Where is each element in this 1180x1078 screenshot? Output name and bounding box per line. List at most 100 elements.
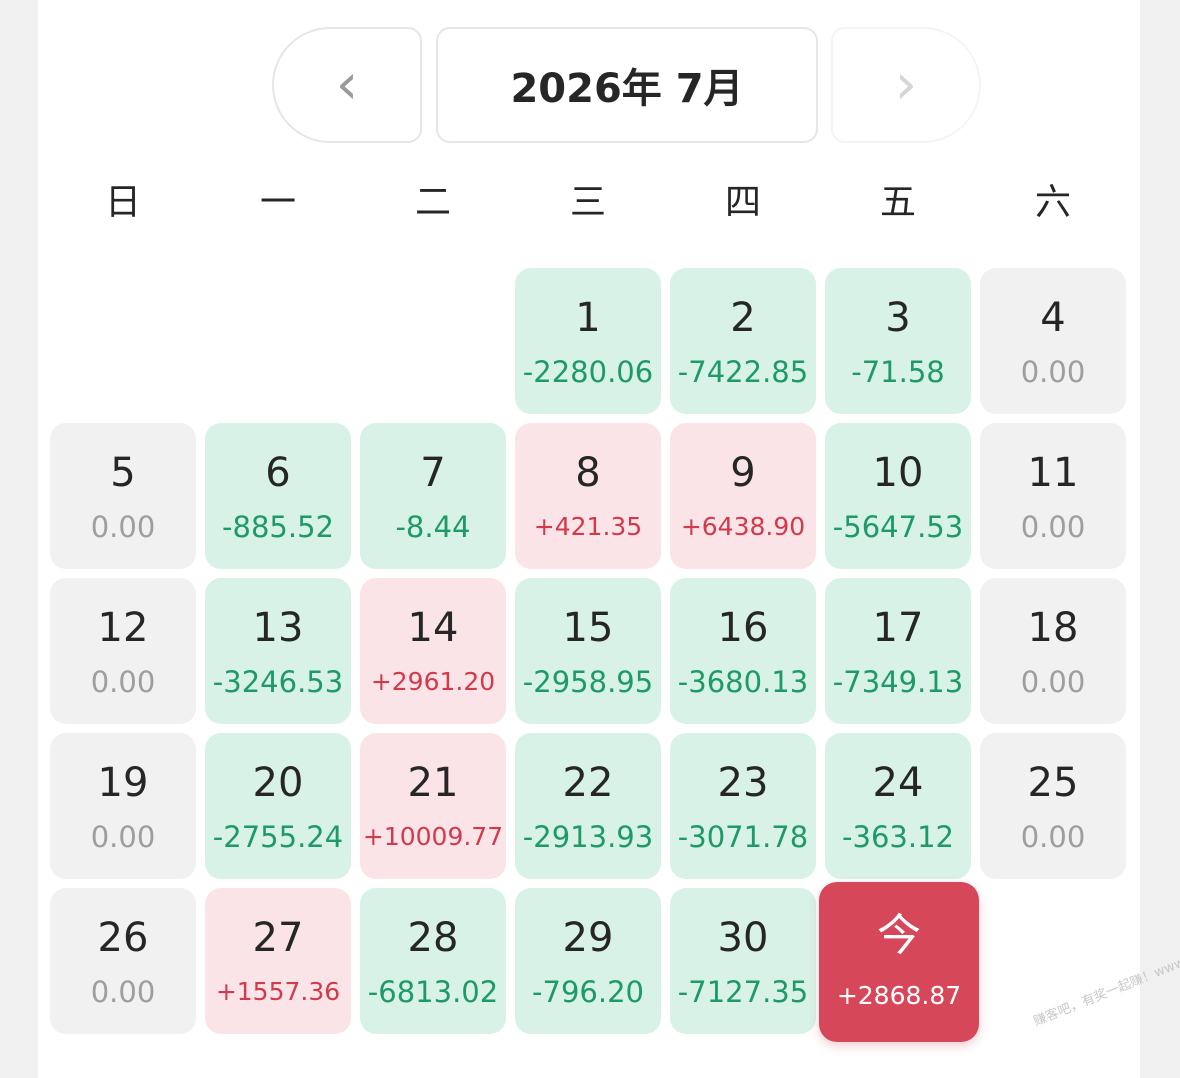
day-cell[interactable]: 2 -7422.85 (670, 268, 816, 414)
day-pnl-value: -3071.78 (677, 820, 809, 854)
weekday-label: 四 (724, 182, 761, 223)
day-cell[interactable]: 5 0.00 (50, 423, 196, 569)
day-pnl-value: 0.00 (1020, 665, 1086, 699)
day-number: 8 (575, 450, 601, 496)
day-number: 21 (407, 760, 459, 806)
day-pnl-value: -71.58 (851, 355, 945, 389)
day-number: 14 (407, 605, 459, 651)
day-cell[interactable]: 22 -2913.93 (515, 733, 661, 879)
day-cell[interactable]: 21 +10009.77 (360, 733, 506, 879)
day-cell[interactable]: 13 -3246.53 (205, 578, 351, 724)
weekday-label: 五 (879, 182, 916, 223)
weekday-label: 一 (259, 182, 296, 223)
next-month-button[interactable]: › (831, 27, 981, 143)
day-cell[interactable]: 8 +421.35 (515, 423, 661, 569)
prev-month-button[interactable]: ‹ (272, 27, 422, 143)
day-number: 13 (252, 605, 304, 651)
day-pnl-value: +2868.87 (836, 981, 962, 1010)
day-number: 15 (562, 605, 614, 651)
day-cell[interactable]: 14 +2961.20 (360, 578, 506, 724)
day-number: 26 (97, 915, 149, 961)
day-pnl-value: -7127.35 (677, 975, 809, 1009)
weekday-label: 日 (104, 182, 141, 223)
day-cell[interactable]: 27 +1557.36 (205, 888, 351, 1034)
day-pnl-value: -2958.95 (522, 665, 654, 699)
day-cell[interactable]: 17 -7349.13 (825, 578, 971, 724)
day-pnl-value: -2755.24 (212, 820, 344, 854)
day-number: 3 (885, 295, 911, 341)
weekday-label: 六 (1034, 182, 1071, 223)
day-pnl-value: 0.00 (1020, 820, 1086, 854)
day-number: 12 (97, 605, 149, 651)
day-number: 4 (1040, 295, 1066, 341)
day-number: 23 (717, 760, 769, 806)
day-pnl-value: 0.00 (90, 510, 156, 544)
day-pnl-value: -5647.53 (832, 510, 964, 544)
day-cell[interactable]: 10 -5647.53 (825, 423, 971, 569)
day-cell[interactable]: 7 -8.44 (360, 423, 506, 569)
day-number: 27 (252, 915, 304, 961)
day-cell[interactable]: 11 0.00 (980, 423, 1126, 569)
day-cell[interactable]: 15 -2958.95 (515, 578, 661, 724)
day-number: 1 (575, 295, 601, 341)
day-cell[interactable]: 9 +6438.90 (670, 423, 816, 569)
day-pnl-value: -6813.02 (367, 975, 499, 1009)
day-number: 17 (872, 605, 924, 651)
day-cell[interactable]: 23 -3071.78 (670, 733, 816, 879)
day-pnl-value: -7349.13 (832, 665, 964, 699)
day-cell[interactable]: 25 0.00 (980, 733, 1126, 879)
day-number: 11 (1027, 450, 1079, 496)
day-pnl-value: -2280.06 (522, 355, 654, 389)
day-pnl-value: -3680.13 (677, 665, 809, 699)
day-pnl-value: -363.12 (842, 820, 954, 854)
day-number: 7 (420, 450, 446, 496)
day-pnl-value: +6438.90 (680, 512, 806, 541)
day-number: 6 (265, 450, 291, 496)
day-cell[interactable]: 28 -6813.02 (360, 888, 506, 1034)
day-number: 10 (872, 450, 924, 496)
day-number: 30 (717, 915, 769, 961)
day-cell[interactable]: 29 -796.20 (515, 888, 661, 1034)
day-cell[interactable]: 12 0.00 (50, 578, 196, 724)
day-cell[interactable]: 19 0.00 (50, 733, 196, 879)
day-cell[interactable]: 4 0.00 (980, 268, 1126, 414)
day-cell[interactable]: 20 -2755.24 (205, 733, 351, 879)
day-cell[interactable]: 24 -363.12 (825, 733, 971, 879)
day-pnl-value: 0.00 (90, 975, 156, 1009)
day-pnl-value: -796.20 (532, 975, 644, 1009)
day-cell[interactable]: 18 0.00 (980, 578, 1126, 724)
day-cell[interactable]: 1 -2280.06 (515, 268, 661, 414)
day-cell[interactable]: 3 -71.58 (825, 268, 971, 414)
calendar-panel: ‹ 2026年 7月 › 日 一 二 三 四 五 六 1 -2280.06 2 -7422.85 3… (38, 0, 1140, 1078)
day-cell[interactable]: 30 -7127.35 (670, 888, 816, 1034)
day-cell[interactable]: 26 0.00 (50, 888, 196, 1034)
day-number: 今 (877, 910, 921, 961)
day-number: 24 (872, 760, 924, 806)
day-pnl-value: 0.00 (1020, 510, 1086, 544)
day-number: 5 (110, 450, 136, 496)
day-number: 2 (730, 295, 756, 341)
month-title[interactable]: 2026年 7月 (436, 27, 818, 143)
day-number: 25 (1027, 760, 1079, 806)
weekday-label: 二 (414, 182, 451, 223)
day-pnl-value: 0.00 (90, 665, 156, 699)
day-number: 18 (1027, 605, 1079, 651)
day-number: 28 (407, 915, 459, 961)
day-pnl-value: -3246.53 (212, 665, 344, 699)
weekday-label: 三 (569, 182, 606, 223)
day-pnl-value: -8.44 (395, 510, 471, 544)
day-pnl-value: -885.52 (222, 510, 334, 544)
day-cell[interactable]: 6 -885.52 (205, 423, 351, 569)
day-number: 22 (562, 760, 614, 806)
chevron-right-icon: › (894, 52, 918, 117)
day-pnl-value: +1557.36 (215, 977, 341, 1006)
day-pnl-value: -2913.93 (522, 820, 654, 854)
chevron-left-icon: ‹ (335, 52, 359, 117)
day-number: 16 (717, 605, 769, 651)
today-cell[interactable]: 今 +2868.87 (819, 882, 979, 1042)
day-number: 9 (730, 450, 756, 496)
day-pnl-value: +10009.77 (362, 822, 504, 851)
day-cell[interactable]: 16 -3680.13 (670, 578, 816, 724)
day-pnl-value: +421.35 (533, 512, 643, 541)
day-pnl-value: 0.00 (1020, 355, 1086, 389)
